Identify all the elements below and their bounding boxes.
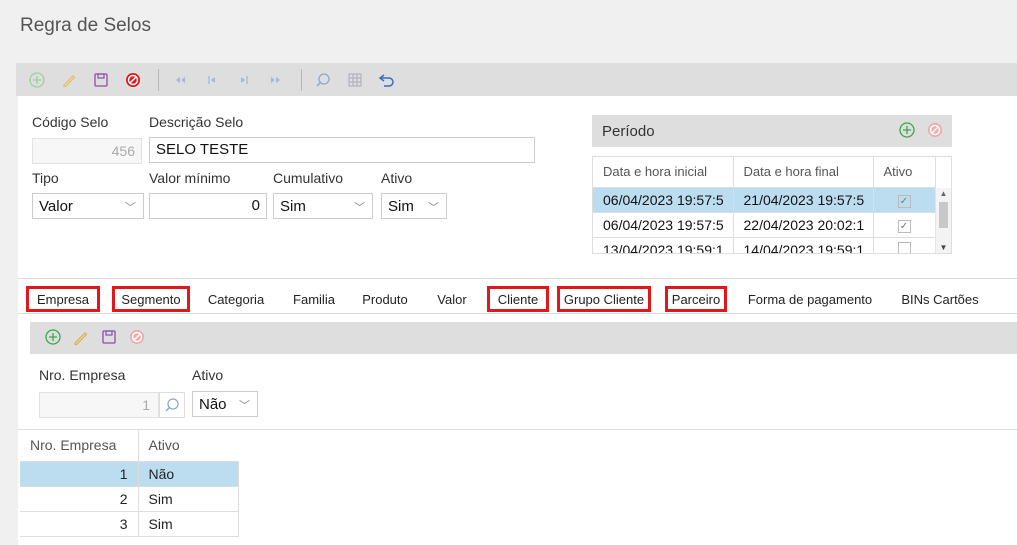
cumulativo-select[interactable]: Sim ﹀ xyxy=(273,193,373,219)
page-title: Regra de Selos xyxy=(20,15,151,36)
cell-nro: 1 xyxy=(20,461,139,487)
tipo-select[interactable]: Valor ﹀ xyxy=(32,193,144,219)
periodo-header: Período xyxy=(592,115,952,147)
checkbox-unchecked[interactable] xyxy=(897,241,911,253)
cell-inicio: 06/04/2023 19:57:5 xyxy=(593,187,734,213)
col-header-ativo[interactable]: Ativo xyxy=(873,157,936,188)
last-icon[interactable] xyxy=(263,67,289,93)
cell-fim: 14/04/2023 19:59:1 xyxy=(733,237,874,253)
cumulativo-value: Sim xyxy=(280,198,306,215)
ativo-select[interactable]: Sim ﹀ xyxy=(381,193,447,219)
ativo-value: Sim xyxy=(388,198,414,215)
empresa-ativo-value: Não xyxy=(199,396,227,413)
add-icon[interactable] xyxy=(898,121,916,143)
tab-bar: Empresa Segmento Categoria Familia Produ… xyxy=(18,278,1017,314)
cell-ativo: Sim xyxy=(138,486,239,512)
grid-icon[interactable] xyxy=(342,67,368,93)
scroll-down-icon[interactable]: ▼ xyxy=(936,243,951,252)
main-panel: Código Selo 456 Descrição Selo SELO TEST… xyxy=(18,96,1017,545)
save-icon[interactable] xyxy=(88,67,114,93)
col-header-ativo[interactable]: Ativo xyxy=(138,429,238,462)
main-toolbar xyxy=(16,63,1017,96)
tab-bins-cartoes[interactable]: BINs Cartões xyxy=(894,286,986,312)
codigo-selo-field[interactable]: 456 xyxy=(32,138,142,164)
cell-ativo: Não xyxy=(138,461,239,487)
tab-produto[interactable]: Produto xyxy=(356,286,414,312)
empresa-ativo-label: Ativo xyxy=(192,367,224,383)
valor-minimo-field[interactable]: 0 xyxy=(149,193,267,219)
col-header-nro-empresa[interactable]: Nro. Empresa xyxy=(20,429,139,462)
nro-empresa-field[interactable]: 1 xyxy=(39,392,159,418)
scroll-thumb[interactable] xyxy=(939,202,948,228)
ativo-label: Ativo xyxy=(381,170,413,186)
tab-segmento[interactable]: Segmento xyxy=(112,286,190,312)
table-row[interactable]: 06/04/2023 19:57:5 21/04/2023 19:57:5 ✓ xyxy=(593,187,936,213)
descricao-selo-label: Descrição Selo xyxy=(149,114,244,130)
toolbar-separator xyxy=(158,68,159,91)
undo-icon[interactable] xyxy=(374,67,400,93)
tab-categoria[interactable]: Categoria xyxy=(200,286,272,312)
prev-icon[interactable] xyxy=(199,67,225,93)
table-row[interactable]: 1 Não xyxy=(20,461,239,487)
cancel-icon[interactable] xyxy=(120,67,146,93)
edit-icon[interactable] xyxy=(56,67,82,93)
cell-fim: 22/04/2023 20:02:1 xyxy=(733,212,874,238)
periodo-grid: Data e hora inicial Data e hora final At… xyxy=(592,156,952,254)
empresa-grid: Nro. Empresa Ativo 1 Não 2 Sim 3 Sim xyxy=(20,429,1017,545)
chevron-down-icon: ﹀ xyxy=(125,202,136,214)
search-icon[interactable] xyxy=(159,392,185,418)
codigo-selo-label: Código Selo xyxy=(32,114,109,130)
chevron-down-icon: ﹀ xyxy=(239,400,250,412)
cell-inicio: 13/04/2023 19:59:1 xyxy=(593,237,734,253)
tab-empresa[interactable]: Empresa xyxy=(26,286,100,312)
tab-parceiro[interactable]: Parceiro xyxy=(665,286,727,312)
search-icon[interactable] xyxy=(310,67,336,93)
cell-nro: 2 xyxy=(20,486,139,512)
cumulativo-label: Cumulativo xyxy=(273,170,344,186)
tab-label: Empresa xyxy=(36,291,90,307)
cell-inicio: 06/04/2023 19:57:5 xyxy=(593,212,734,238)
tab-familia[interactable]: Familia xyxy=(286,286,342,312)
add-icon[interactable] xyxy=(24,67,50,93)
table-row[interactable]: 13/04/2023 19:59:1 14/04/2023 19:59:1 xyxy=(593,237,936,253)
nro-empresa-label: Nro. Empresa xyxy=(39,367,126,383)
table-row[interactable]: 06/04/2023 19:57:5 22/04/2023 20:02:1 ✓ xyxy=(593,212,936,238)
table-row[interactable]: 2 Sim xyxy=(20,486,239,512)
tab-valor[interactable]: Valor xyxy=(430,286,474,312)
col-header-fim[interactable]: Data e hora final xyxy=(733,157,874,188)
cell-fim: 21/04/2023 19:57:5 xyxy=(733,187,874,213)
col-header-inicio[interactable]: Data e hora inicial xyxy=(593,157,734,188)
tipo-label: Tipo xyxy=(32,170,59,186)
descricao-selo-field[interactable]: SELO TESTE xyxy=(149,137,535,163)
checkbox-checked[interactable]: ✓ xyxy=(897,195,911,208)
cancel-icon[interactable] xyxy=(128,328,146,349)
cell-ativo: Sim xyxy=(138,511,239,537)
valor-minimo-label: Valor mínimo xyxy=(149,170,231,186)
first-icon[interactable] xyxy=(167,67,193,93)
empresa-ativo-select[interactable]: Não ﹀ xyxy=(192,391,258,417)
empresa-toolbar xyxy=(30,322,1017,354)
cell-ativo xyxy=(873,237,936,253)
save-icon[interactable] xyxy=(100,328,118,349)
table-row[interactable]: 3 Sim xyxy=(20,511,239,537)
scroll-up-icon[interactable]: ▲ xyxy=(936,188,951,200)
tab-grupo-cliente[interactable]: Grupo Cliente xyxy=(557,286,651,312)
add-icon[interactable] xyxy=(44,328,62,349)
periodo-title: Período xyxy=(602,122,655,140)
cancel-icon[interactable] xyxy=(926,121,944,143)
next-icon[interactable] xyxy=(231,67,257,93)
cell-ativo: ✓ xyxy=(873,187,936,213)
chevron-down-icon: ﹀ xyxy=(354,202,365,214)
scrollbar[interactable]: ▲ ▼ xyxy=(935,188,951,253)
edit-icon[interactable] xyxy=(72,328,90,349)
checkbox-checked[interactable]: ✓ xyxy=(897,220,911,233)
tab-forma-de-pagamento[interactable]: Forma de pagamento xyxy=(742,286,878,312)
tipo-value: Valor xyxy=(39,198,73,215)
chevron-down-icon: ﹀ xyxy=(428,202,439,214)
cell-ativo: ✓ xyxy=(873,212,936,238)
tab-cliente[interactable]: Cliente xyxy=(487,286,549,312)
toolbar-separator xyxy=(301,68,302,91)
cell-nro: 3 xyxy=(20,511,139,537)
